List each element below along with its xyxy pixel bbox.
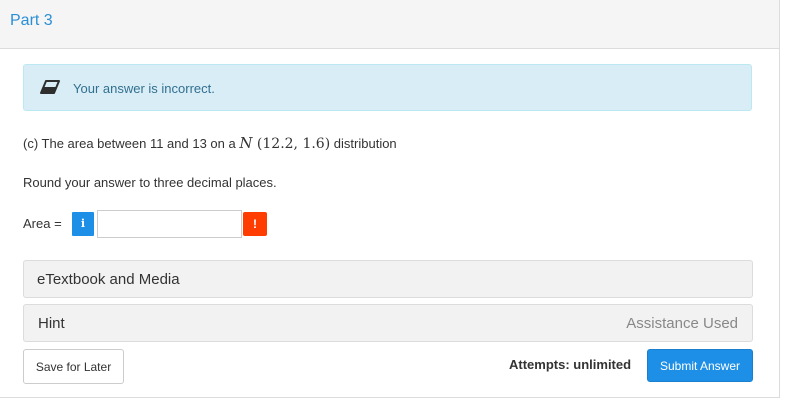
etextbook-media-bar[interactable]: eTextbook and Media — [23, 260, 753, 298]
error-icon[interactable]: ! — [243, 212, 267, 236]
hint-label: Hint — [38, 315, 65, 332]
question-suffix: distribution — [330, 136, 397, 151]
assistance-used-status: Assistance Used — [626, 315, 738, 332]
part-header: Part 3 — [0, 0, 779, 49]
save-for-later-button[interactable]: Save for Later — [23, 349, 124, 384]
question-prefix: (c) The area between 11 and 13 on a — [23, 136, 240, 151]
area-label: Area = — [23, 216, 62, 231]
question-text: (c) The area between 11 and 13 on a N (1… — [23, 134, 397, 152]
submit-answer-button[interactable]: Submit Answer — [647, 349, 753, 382]
distribution-params: (12.2, 1.6) — [252, 136, 331, 152]
question-panel: Part 3 Your answer is incorrect. (c) The… — [0, 0, 780, 398]
etextbook-media-label: eTextbook and Media — [37, 271, 180, 288]
rounding-instruction: Round your answer to three decimal place… — [23, 175, 277, 190]
eraser-icon — [40, 80, 60, 94]
alert-message: Your answer is incorrect. — [73, 81, 215, 96]
attempts-text: Attempts: unlimited — [509, 357, 632, 372]
area-answer-input[interactable] — [97, 210, 242, 238]
hint-bar[interactable]: Hint Assistance Used — [23, 304, 753, 342]
part-title: Part 3 — [10, 12, 53, 29]
info-icon[interactable]: i — [72, 212, 94, 236]
incorrect-alert: Your answer is incorrect. — [23, 64, 752, 111]
distribution-symbol: N — [239, 134, 253, 152]
